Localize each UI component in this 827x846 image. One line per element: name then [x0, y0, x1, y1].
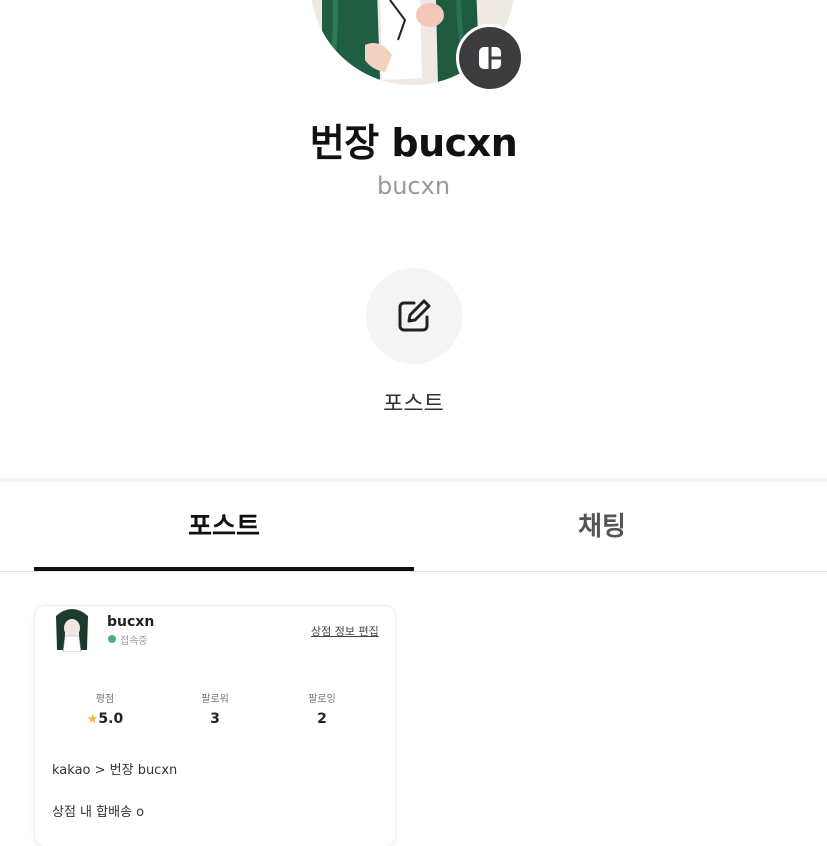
online-status-text: 접속중	[120, 636, 148, 647]
edit-shop-info-link[interactable]: 상점 정보 편집	[311, 623, 379, 639]
edit-pencil-icon	[398, 299, 431, 332]
card-description-line: kakao > 번장 bucxn	[52, 763, 178, 778]
card-avatar	[51, 606, 93, 652]
stat-rating: 평점 ★5.0	[65, 690, 145, 727]
stat-following-value: 2	[317, 711, 327, 727]
post-action-button[interactable]	[366, 268, 462, 364]
stat-followers[interactable]: 팔로워 3	[175, 690, 255, 727]
tab-chat[interactable]: 채팅	[413, 506, 791, 543]
stat-followers-label: 팔로워	[201, 694, 229, 705]
stat-rating-label: 평점	[95, 694, 115, 705]
stat-following-label: 팔로잉	[308, 694, 336, 705]
stat-followers-value: 3	[210, 711, 220, 727]
layout-badge[interactable]	[456, 24, 524, 92]
stat-following[interactable]: 팔로잉 2	[282, 690, 362, 727]
profile-handle: bucxn	[376, 172, 451, 200]
section-divider	[0, 478, 827, 482]
card-username: bucxn	[107, 614, 155, 630]
profile-name: 번장 bucxn	[309, 121, 518, 165]
card-description-line: 상점 내 합배송 o	[52, 805, 145, 820]
layout-grid-icon	[479, 47, 501, 69]
tab-separator	[0, 571, 827, 572]
stat-rating-value: 5.0	[98, 711, 124, 727]
post-action-label: 포스트	[383, 392, 444, 417]
star-icon: ★	[86, 712, 99, 727]
profile-avatar-area	[310, 0, 524, 92]
online-status-dot	[108, 635, 116, 643]
shop-info-card: bucxn 접속중 상점 정보 편집 평점 ★5.0 팔로워 3 팔로잉 2 k…	[35, 606, 395, 846]
tab-posts[interactable]: 포스트	[35, 506, 413, 543]
